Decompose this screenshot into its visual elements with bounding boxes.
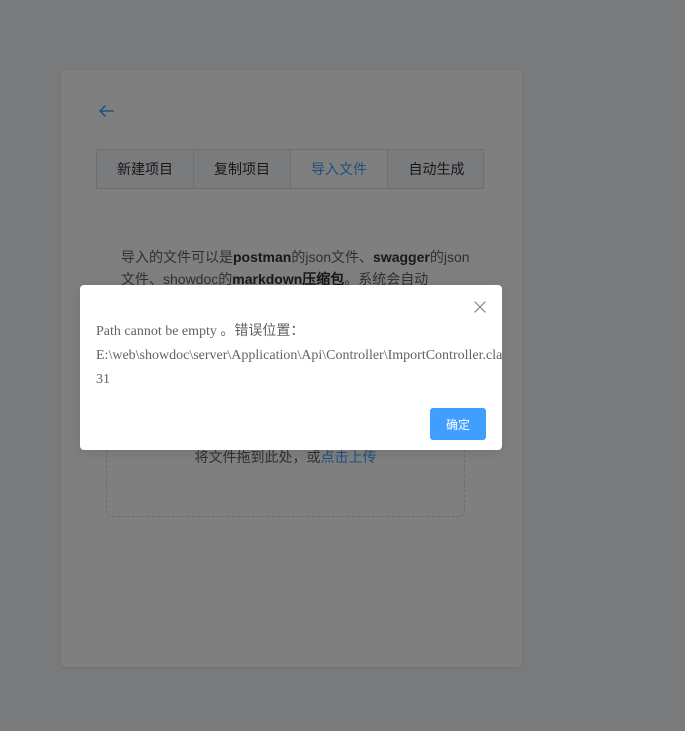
close-icon[interactable]: [472, 299, 488, 315]
error-line-2: E:\web\showdoc\server\Application\Api\Co…: [96, 348, 502, 363]
error-line-1: Path cannot be empty 。错误位置：: [96, 324, 305, 339]
error-dialog: Path cannot be empty 。错误位置： E:\web\showd…: [80, 285, 502, 450]
confirm-button[interactable]: 确定: [430, 408, 486, 440]
error-message: Path cannot be empty 。错误位置： E:\web\showd…: [96, 320, 502, 392]
error-line-3: 31: [96, 372, 110, 387]
